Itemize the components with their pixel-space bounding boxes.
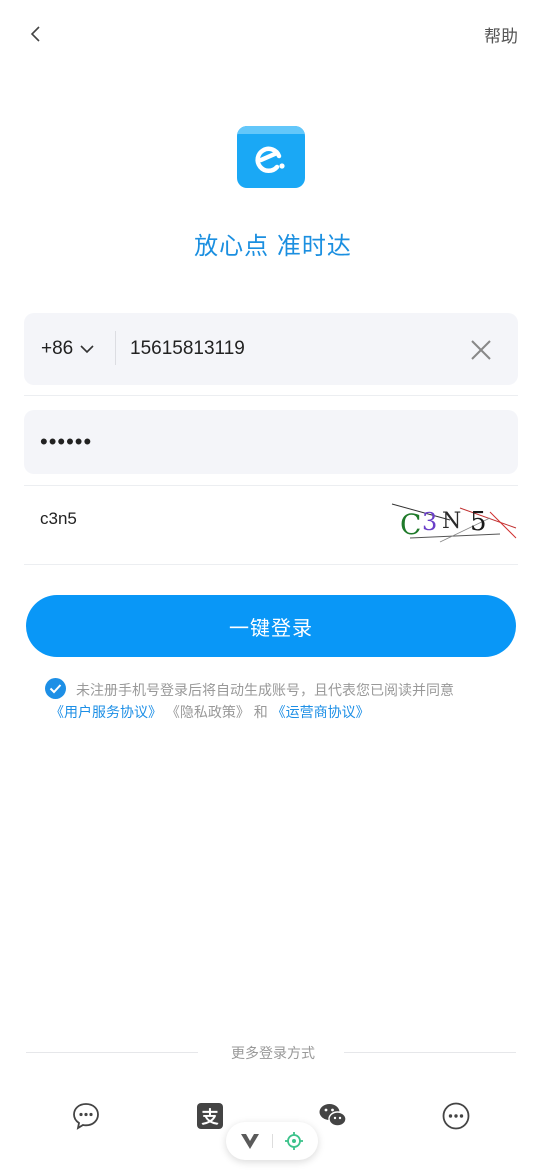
locate-icon [285, 1132, 303, 1150]
svg-text:C: C [400, 508, 421, 541]
agreement-checkbox[interactable] [45, 678, 66, 699]
more-options-icon [442, 1102, 470, 1130]
checkmark-icon [49, 684, 62, 694]
password-field-row [24, 410, 518, 474]
password-input[interactable] [40, 424, 480, 460]
captcha-input[interactable] [40, 504, 340, 534]
app-logo [237, 126, 305, 188]
user-service-agreement-link[interactable]: 《用户服务协议》 [50, 704, 162, 720]
eleme-logo-icon [255, 146, 285, 173]
country-code-label: +86 [41, 338, 74, 359]
agreement-text: 未注册手机号登录后将自动生成账号，且代表您已阅读并同意 [76, 682, 454, 698]
more-login-title: 更多登录方式 [231, 1045, 315, 1061]
wechat-login-button[interactable] [318, 1101, 348, 1131]
captcha-image[interactable]: C 3 N 5 [390, 498, 518, 544]
sms-login-button[interactable] [71, 1101, 101, 1131]
vue-devtools-button[interactable] [240, 1132, 260, 1150]
svg-text:3: 3 [422, 508, 437, 536]
clear-phone-button[interactable] [468, 337, 494, 363]
agreement-links: 《用户服务协议》 《隐私政策》 和 《运营商协议》 [50, 702, 370, 722]
more-login-options-button[interactable] [441, 1101, 471, 1131]
chat-bubble-icon [73, 1103, 99, 1130]
chevron-left-icon [30, 26, 40, 42]
vue-devtools-icon [241, 1134, 259, 1149]
alipay-icon: 支 [197, 1103, 223, 1129]
close-icon [471, 340, 491, 360]
locate-button[interactable] [284, 1131, 304, 1151]
toolbar-separator [272, 1134, 273, 1148]
alipay-login-button[interactable]: 支 [195, 1101, 225, 1131]
back-button[interactable] [22, 20, 48, 48]
wechat-icon [319, 1104, 347, 1127]
privacy-policy-link[interactable]: 《隐私政策》 [166, 704, 250, 720]
country-code-selector[interactable]: +86 [41, 338, 95, 360]
divider [24, 564, 518, 565]
phone-input[interactable] [130, 331, 460, 367]
svg-text:支: 支 [202, 1107, 220, 1128]
one-click-login-button[interactable]: 一键登录 [26, 595, 516, 657]
divider [24, 395, 518, 396]
field-separator [115, 331, 116, 365]
agreement-and-text: 和 [253, 704, 268, 720]
floating-toolbar [226, 1122, 318, 1160]
chevron-down-icon [80, 345, 94, 354]
svg-text:N: N [442, 509, 461, 534]
brand-slogan: 放心点 准时达 [194, 233, 352, 260]
phone-field-row: +86 [24, 313, 518, 385]
operator-agreement-link[interactable]: 《运营商协议》 [272, 704, 370, 720]
divider [24, 485, 518, 486]
help-link[interactable]: 帮助 [484, 22, 518, 47]
svg-text:5: 5 [470, 507, 487, 537]
